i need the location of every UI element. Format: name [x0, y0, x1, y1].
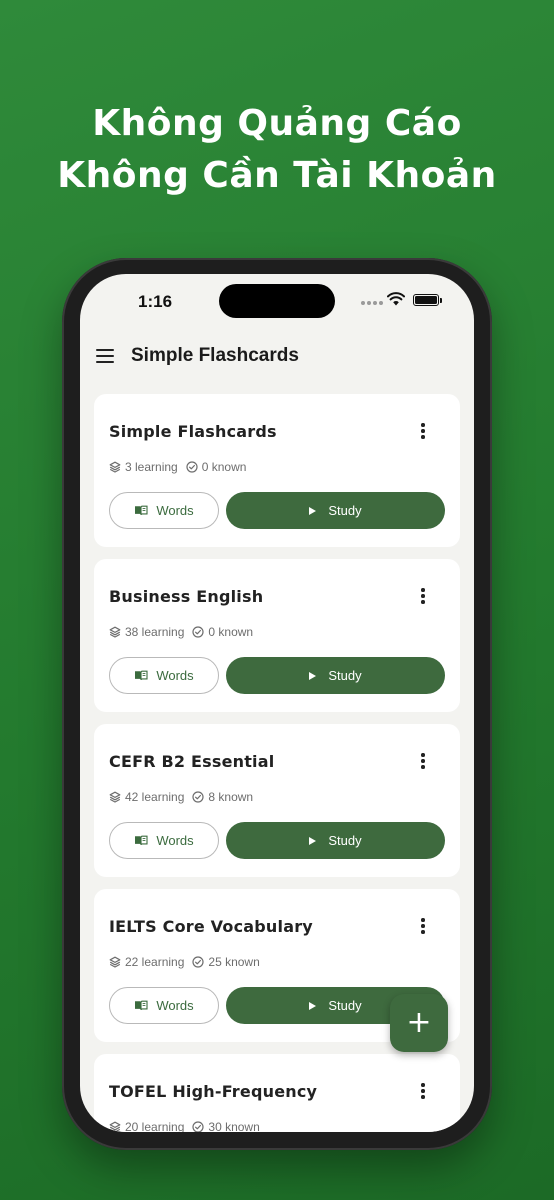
add-deck-button[interactable]: +: [390, 994, 448, 1052]
cellular-dots-icon: [361, 301, 383, 305]
battery-icon: [413, 294, 439, 306]
wifi-icon: [387, 292, 405, 306]
learning-stat: 20 learning: [109, 1120, 184, 1132]
layers-icon: [109, 956, 121, 968]
deck-title: Business English: [109, 587, 264, 606]
promo-headline: Không Quảng Cáo Không Cần Tài Khoản: [0, 98, 554, 202]
more-options-icon[interactable]: [418, 753, 428, 771]
learning-stat: 42 learning: [109, 790, 184, 804]
deck-card: Business English 38 learning 0 known Wor…: [94, 559, 460, 712]
check-circle-icon: [192, 791, 204, 803]
learning-stat: 38 learning: [109, 625, 184, 639]
deck-stats: 20 learning 30 known: [109, 1120, 268, 1132]
learning-count: 38 learning: [125, 625, 185, 639]
check-circle-icon: [192, 1121, 204, 1132]
deck-card: TOFEL High-Frequency 20 learning 30 know…: [94, 1054, 460, 1132]
book-icon: [135, 835, 148, 846]
known-stat: 0 known: [192, 625, 253, 639]
words-label: Words: [156, 668, 194, 683]
more-options-icon[interactable]: [418, 1083, 428, 1101]
study-label: Study: [328, 998, 362, 1013]
words-label: Words: [156, 998, 194, 1013]
deck-title: CEFR B2 Essential: [109, 752, 275, 771]
battery-cap: [440, 298, 442, 303]
layers-icon: [109, 461, 121, 473]
deck-card: CEFR B2 Essential 42 learning 8 known Wo…: [94, 724, 460, 877]
status-time: 1:16: [138, 292, 173, 311]
study-button[interactable]: Study: [226, 822, 445, 859]
headline-line-2: Không Cần Tài Khoản: [57, 155, 497, 196]
layers-icon: [109, 1121, 121, 1132]
learning-stat: 22 learning: [109, 955, 184, 969]
deck-card: Simple Flashcards 3 learning 0 known Wor…: [94, 394, 460, 547]
layers-icon: [109, 626, 121, 638]
words-label: Words: [156, 833, 194, 848]
status-bar: 1:16: [80, 274, 474, 328]
known-count: 8 known: [208, 790, 254, 804]
study-label: Study: [328, 833, 362, 848]
learning-count: 20 learning: [125, 1120, 185, 1132]
app-bar: Simple Flashcards: [80, 338, 474, 378]
known-stat: 0 known: [186, 460, 247, 474]
app-title: Simple Flashcards: [131, 345, 299, 366]
known-stat: 8 known: [192, 790, 253, 804]
deck-stats: 42 learning 8 known: [109, 790, 261, 804]
dynamic-island: [219, 284, 335, 318]
play-icon: [309, 836, 317, 845]
deck-title: Simple Flashcards: [109, 422, 277, 441]
known-count: 25 known: [208, 955, 260, 969]
layers-icon: [109, 791, 121, 803]
book-icon: [135, 670, 148, 681]
study-label: Study: [328, 668, 362, 683]
deck-stats: 22 learning 25 known: [109, 955, 268, 969]
known-stat: 30 known: [192, 1120, 260, 1132]
book-icon: [135, 1000, 148, 1011]
headline-line-1: Không Quảng Cáo: [92, 103, 462, 144]
study-button[interactable]: Study: [226, 657, 445, 694]
known-count: 0 known: [208, 625, 254, 639]
deck-title: IELTS Core Vocabulary: [109, 917, 313, 936]
words-label: Words: [156, 503, 194, 518]
learning-count: 22 learning: [125, 955, 185, 969]
study-label: Study: [328, 503, 362, 518]
words-button[interactable]: Words: [109, 657, 219, 694]
check-circle-icon: [192, 956, 204, 968]
play-icon: [309, 1001, 317, 1010]
book-icon: [135, 505, 148, 516]
known-count: 0 known: [201, 460, 247, 474]
phone-screen: 1:16 Simple Flashcards Simple Flashcards: [80, 274, 474, 1132]
deck-stats: 38 learning 0 known: [109, 625, 261, 639]
add-icon: +: [406, 1005, 432, 1040]
words-button[interactable]: Words: [109, 822, 219, 859]
check-circle-icon: [186, 461, 198, 473]
more-options-icon[interactable]: [418, 423, 428, 441]
known-count: 30 known: [208, 1120, 260, 1132]
words-button[interactable]: Words: [109, 492, 219, 529]
play-icon: [309, 506, 317, 515]
learning-count: 42 learning: [125, 790, 185, 804]
known-stat: 25 known: [192, 955, 260, 969]
study-button[interactable]: Study: [226, 492, 445, 529]
check-circle-icon: [192, 626, 204, 638]
learning-stat: 3 learning: [109, 460, 178, 474]
words-button[interactable]: Words: [109, 987, 219, 1024]
more-options-icon[interactable]: [418, 918, 428, 936]
play-icon: [309, 671, 317, 680]
deck-title: TOFEL High-Frequency: [109, 1082, 318, 1101]
hamburger-menu-icon[interactable]: [96, 349, 114, 363]
learning-count: 3 learning: [125, 460, 178, 474]
more-options-icon[interactable]: [418, 588, 428, 606]
deck-stats: 3 learning 0 known: [109, 460, 254, 474]
